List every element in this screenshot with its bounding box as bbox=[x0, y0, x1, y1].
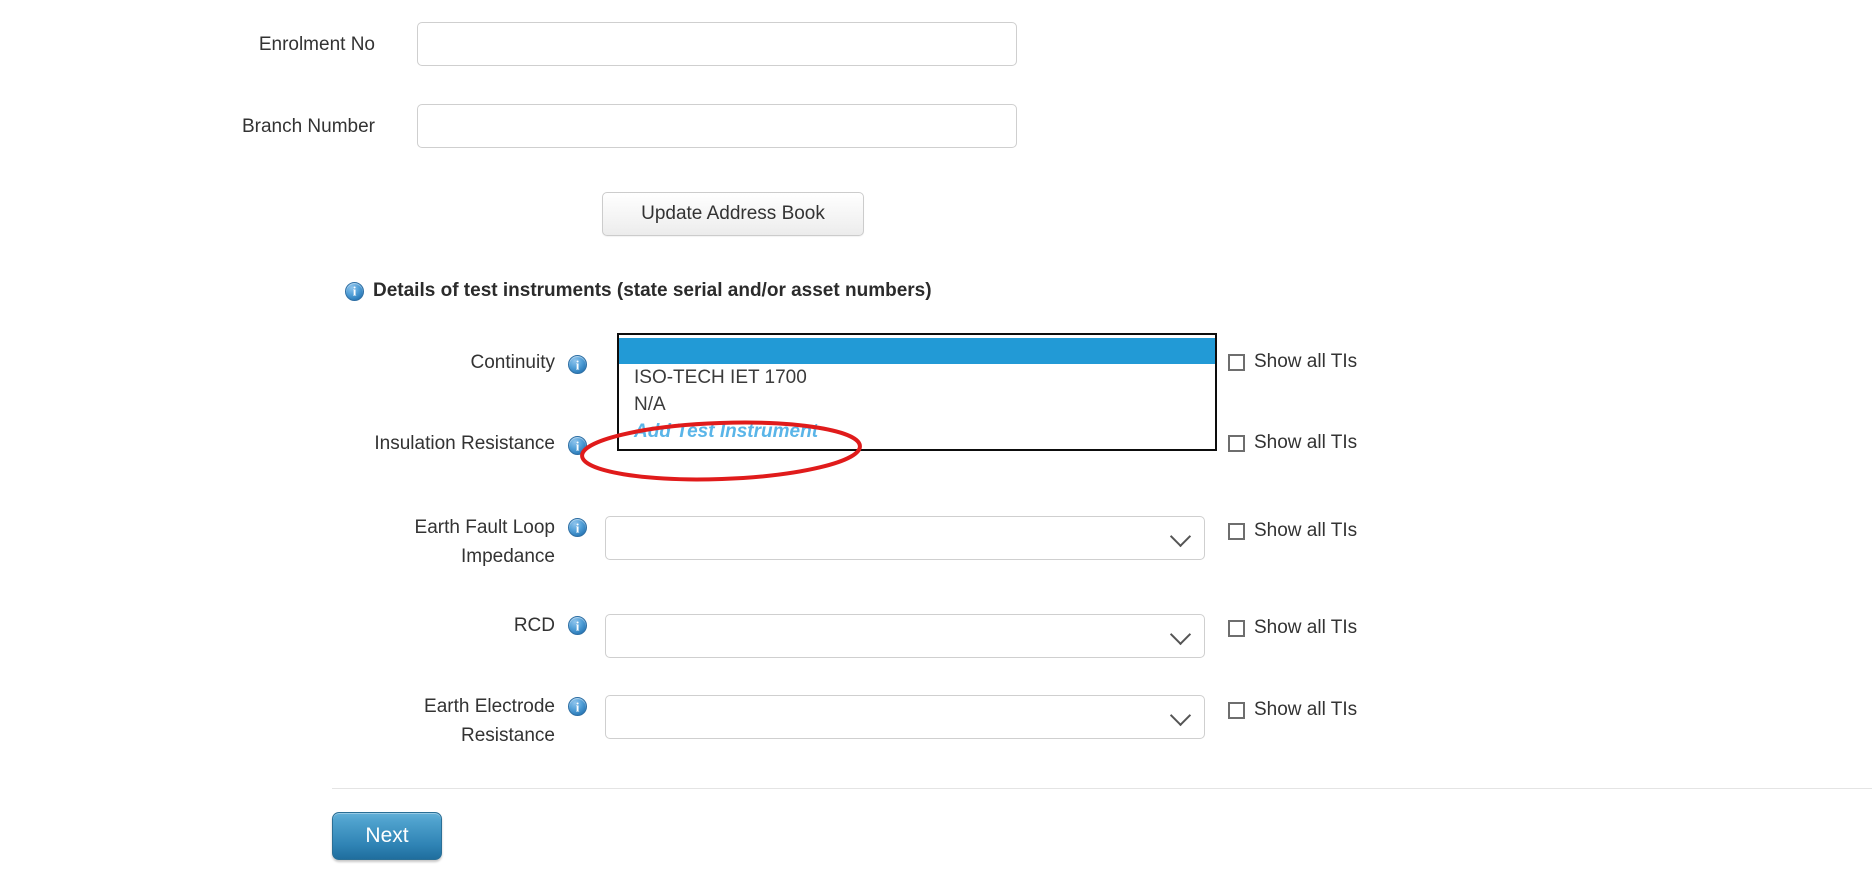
enrolment-no-input[interactable] bbox=[417, 22, 1017, 66]
info-icon bbox=[568, 616, 587, 635]
field-row-earth-electrode-resistance: Earth Electrode Resistance bbox=[355, 687, 1205, 750]
checkbox-label: Show all TIs bbox=[1254, 520, 1358, 541]
earth-electrode-resistance-select[interactable] bbox=[605, 695, 1205, 739]
earth-fault-loop-impedance-select[interactable] bbox=[605, 516, 1205, 560]
section-heading-test-instruments: Details of test instruments (state seria… bbox=[345, 280, 932, 302]
info-icon bbox=[568, 355, 587, 374]
info-icon bbox=[345, 281, 364, 301]
field-row-continuity: Continuity bbox=[355, 347, 587, 376]
chevron-down-icon bbox=[1169, 623, 1192, 646]
show-all-tis-insulation-resistance[interactable]: Show all TIs bbox=[1228, 432, 1357, 454]
form-page: Enrolment No Branch Number Update Addres… bbox=[0, 0, 1872, 880]
checkbox-label: Show all TIs bbox=[1254, 699, 1358, 720]
section-heading-label: Details of test instruments (state seria… bbox=[373, 280, 932, 301]
continuity-dropdown-list[interactable]: ISO-TECH IET 1700 N/A Add Test Instrumen… bbox=[617, 333, 1217, 451]
earth-fault-loop-impedance-label: Earth Fault Loop Impedance bbox=[414, 517, 555, 567]
checkbox[interactable] bbox=[1228, 353, 1245, 371]
checkbox-label: Show all TIs bbox=[1254, 351, 1358, 372]
dropdown-option-blank[interactable] bbox=[619, 338, 1215, 364]
continuity-label: Continuity bbox=[470, 352, 556, 373]
checkbox[interactable] bbox=[1228, 701, 1245, 719]
branch-number-label: Branch Number bbox=[241, 116, 375, 137]
field-row-insulation-resistance: Insulation Resistance bbox=[355, 428, 587, 457]
rcd-select[interactable] bbox=[605, 614, 1205, 658]
chevron-down-icon bbox=[1169, 704, 1192, 727]
show-all-tis-earth-electrode-resistance[interactable]: Show all TIs bbox=[1228, 699, 1357, 721]
dropdown-option-add-test-instrument[interactable]: Add Test Instrument bbox=[619, 418, 1215, 445]
info-icon bbox=[568, 697, 587, 716]
checkbox[interactable] bbox=[1228, 619, 1245, 637]
chevron-down-icon bbox=[1169, 525, 1192, 548]
dropdown-option-iso-tech[interactable]: ISO-TECH IET 1700 bbox=[619, 364, 1215, 391]
info-icon bbox=[568, 518, 587, 537]
show-all-tis-earth-fault-loop-impedance[interactable]: Show all TIs bbox=[1228, 520, 1357, 542]
enrolment-no-label: Enrolment No bbox=[258, 34, 375, 55]
checkbox[interactable] bbox=[1228, 434, 1245, 452]
checkbox-label: Show all TIs bbox=[1254, 432, 1358, 453]
next-button[interactable]: Next bbox=[332, 812, 442, 860]
rcd-label: RCD bbox=[513, 615, 555, 636]
section-divider bbox=[332, 788, 1872, 789]
branch-number-input[interactable] bbox=[417, 104, 1017, 148]
field-row-earth-fault-loop-impedance: Earth Fault Loop Impedance bbox=[355, 508, 1205, 571]
show-all-tis-rcd[interactable]: Show all TIs bbox=[1228, 617, 1357, 639]
field-row-rcd: RCD bbox=[355, 606, 1205, 658]
insulation-resistance-label: Insulation Resistance bbox=[374, 433, 555, 454]
earth-electrode-resistance-label: Earth Electrode Resistance bbox=[424, 696, 555, 746]
info-icon bbox=[568, 436, 587, 455]
checkbox-label: Show all TIs bbox=[1254, 617, 1358, 638]
checkbox[interactable] bbox=[1228, 522, 1245, 540]
field-row-branch-number: Branch Number bbox=[135, 104, 1017, 148]
dropdown-option-na[interactable]: N/A bbox=[619, 391, 1215, 418]
field-row-enrolment-no: Enrolment No bbox=[135, 22, 1017, 66]
show-all-tis-continuity[interactable]: Show all TIs bbox=[1228, 351, 1357, 373]
update-address-book-button[interactable]: Update Address Book bbox=[602, 192, 864, 236]
